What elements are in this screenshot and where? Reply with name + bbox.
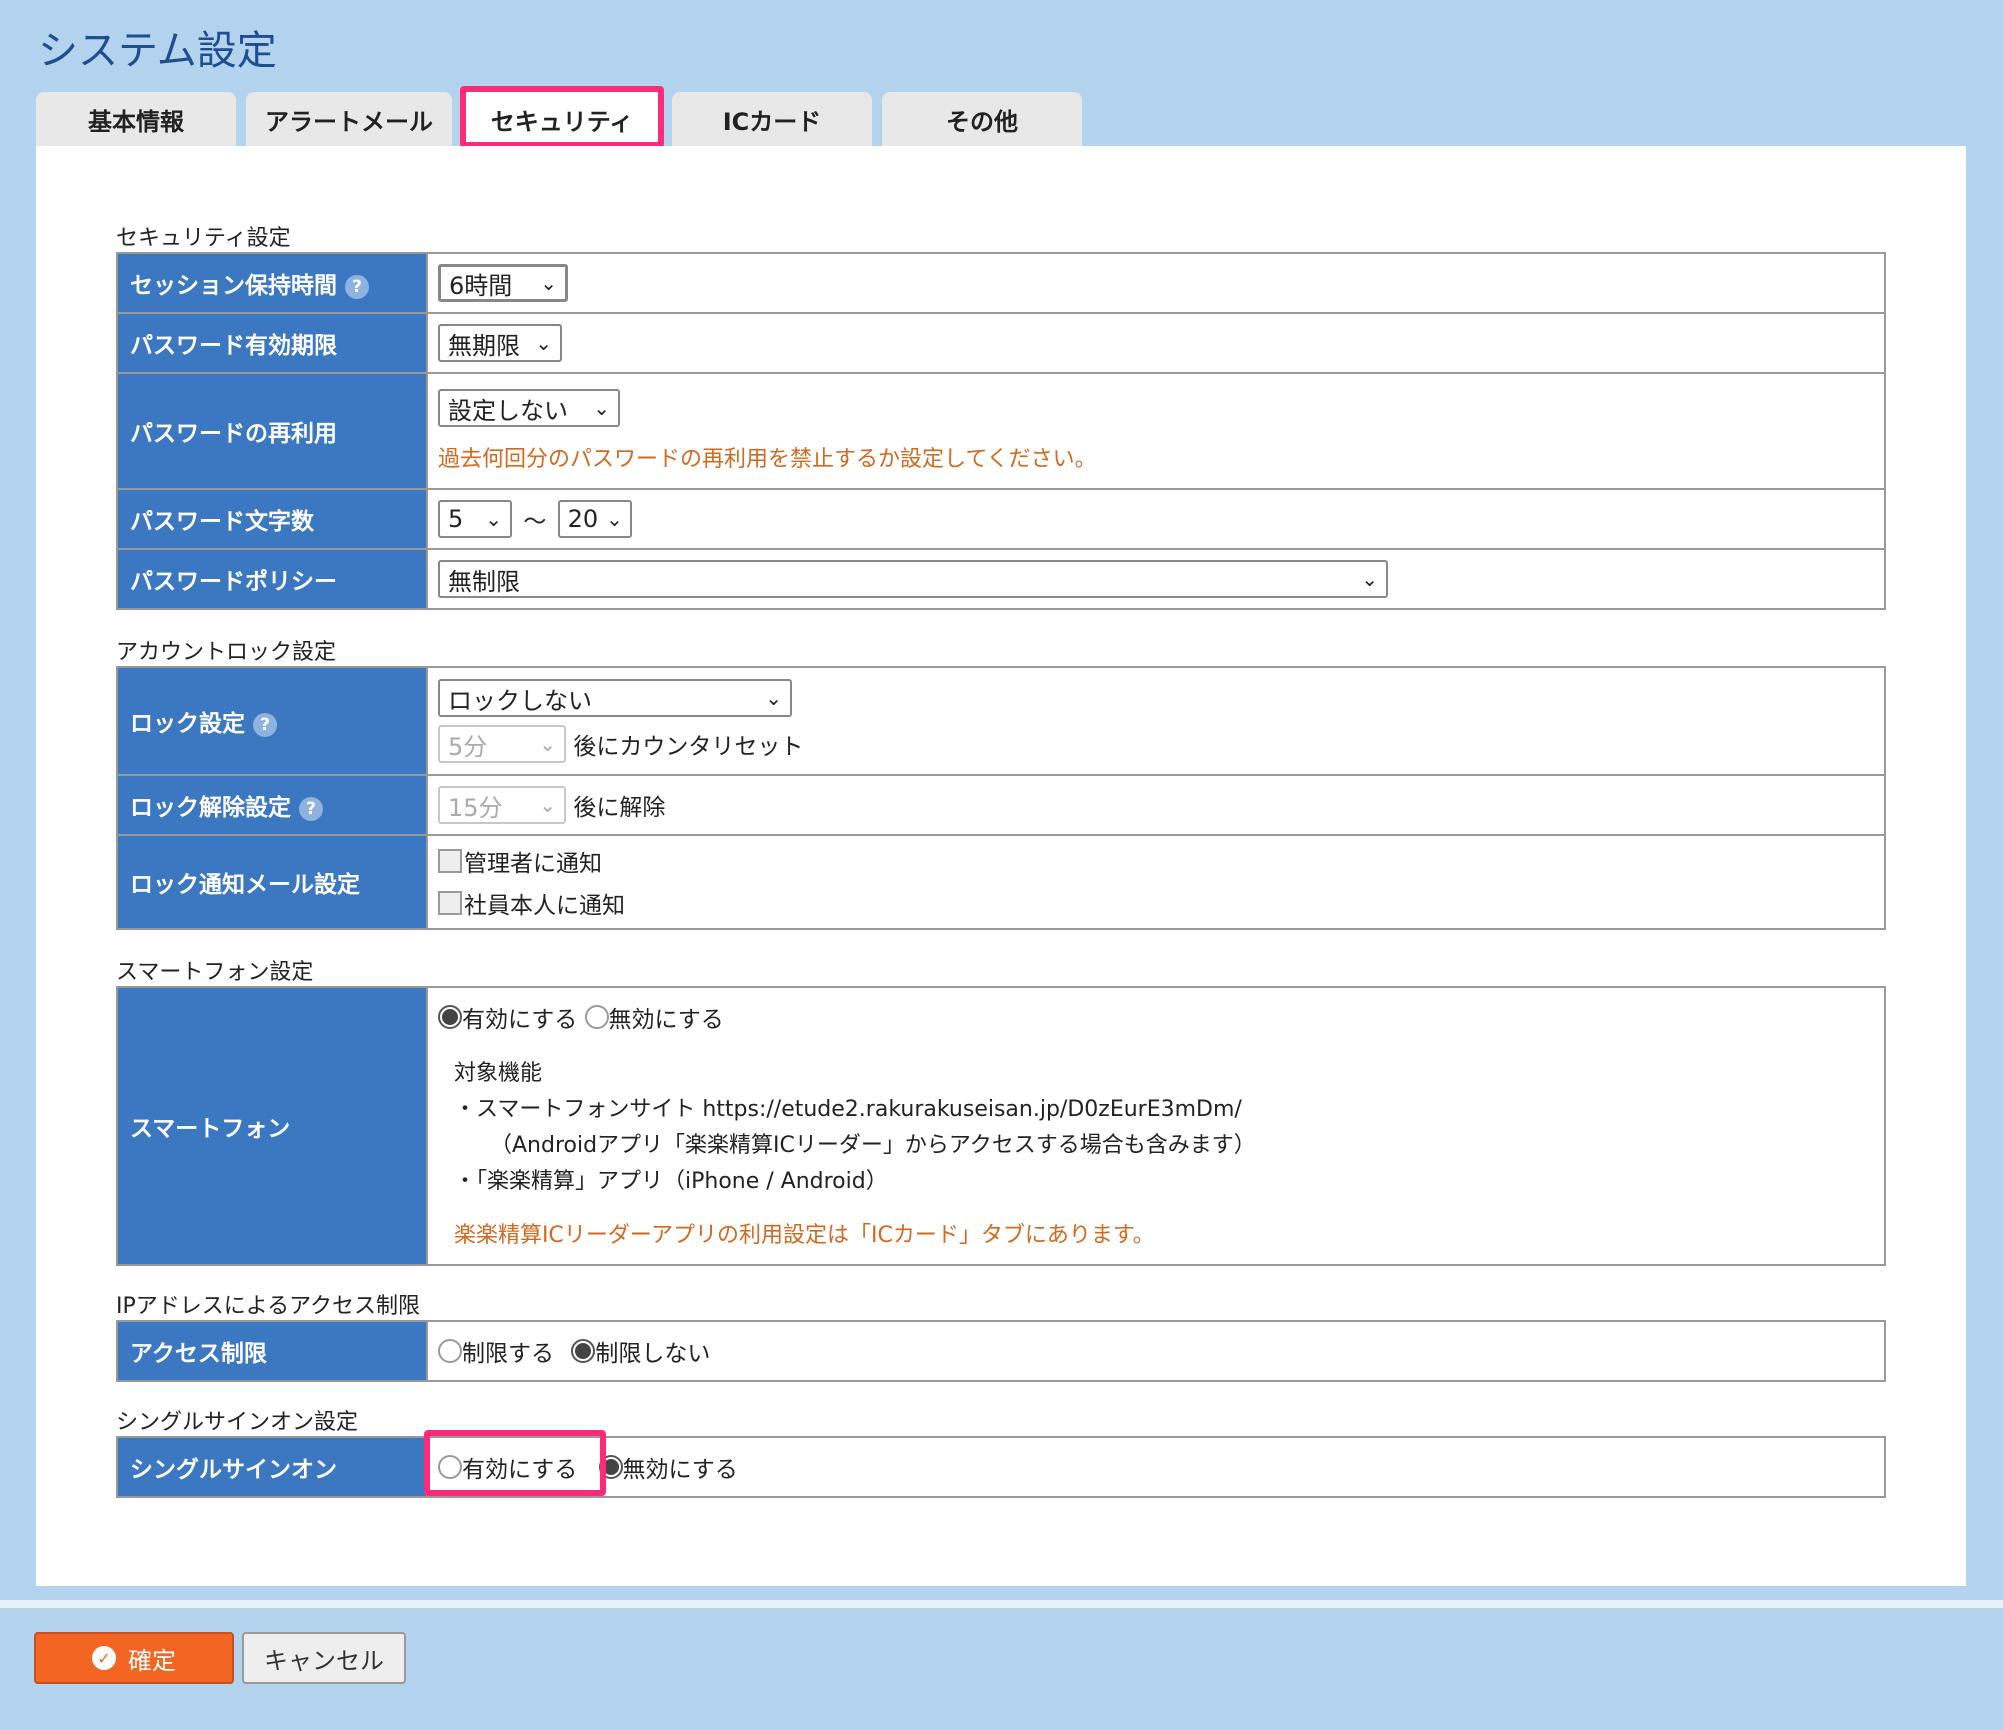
checkbox-label: 管理者に通知	[464, 851, 602, 877]
target-line-site: ・スマートフォンサイト https://etude2.rakurakuseisa…	[454, 1097, 1242, 1122]
confirm-button[interactable]: ✓ 確定	[34, 1632, 234, 1684]
chevron-down-icon: ⌄	[593, 396, 610, 420]
counter-reset-select[interactable]: 5分 ⌄	[438, 725, 566, 763]
radio-label: 無効にする	[608, 1007, 724, 1033]
unlock-select[interactable]: 15分 ⌄	[438, 786, 566, 824]
chevron-down-icon: ⌄	[535, 331, 552, 355]
radio-label: 無効にする	[622, 1457, 738, 1483]
chevron-down-icon: ⌄	[765, 686, 782, 710]
smartphone-disable-radio[interactable]	[584, 1005, 609, 1029]
row-label-pw-length: パスワード文字数	[116, 488, 428, 550]
checkbox-label: 社員本人に通知	[464, 893, 625, 919]
select-value: 設定しない	[448, 396, 568, 425]
radio-label: 有効にする	[462, 1007, 578, 1033]
row-label-pw-policy: パスワードポリシー	[116, 548, 428, 610]
lock-table: ロック設定? ロックしない ⌄ 5分 ⌄ 後にカウンタリセット ロック解除設定? 1…	[116, 666, 1886, 930]
select-value: ロックしない	[448, 686, 592, 715]
tab-security[interactable]: セキュリティ	[460, 86, 664, 148]
select-value: 6時間	[449, 271, 513, 300]
pw-max-length-select[interactable]: 20 ⌄	[557, 500, 632, 538]
restrict-radio[interactable]	[438, 1339, 462, 1363]
counter-reset-text: 後にカウンタリセット	[573, 734, 804, 760]
row-label-pw-reuse: パスワードの再利用	[116, 372, 428, 490]
pw-reuse-note: 過去何回分のパスワードの再利用を禁止するか設定してください。	[438, 447, 1097, 472]
smartphone-table: スマートフォン 有効にする 無効にする 対象機能 ・スマートフォンサイト htt…	[116, 986, 1886, 1266]
select-value: 15分	[448, 793, 503, 822]
tab-label: 基本情報	[88, 107, 184, 136]
pw-expiry-select[interactable]: 無期限 ⌄	[438, 324, 562, 362]
help-icon[interactable]: ?	[299, 796, 323, 821]
chevron-down-icon: ⌄	[540, 271, 557, 295]
chevron-down-icon: ⌄	[539, 793, 556, 817]
sso-enable-radio[interactable]	[438, 1455, 462, 1479]
cancel-button[interactable]: キャンセル	[242, 1632, 406, 1684]
row-label-lock-mail: ロック通知メール設定	[116, 834, 428, 930]
check-icon: ✓	[92, 1646, 116, 1670]
ip-table: アクセス制限 制限する 制限しない	[116, 1320, 1886, 1382]
radio-label: 有効にする	[462, 1457, 578, 1483]
section-title-lock: アカウントロック設定	[116, 640, 337, 665]
range-separator: 〜	[523, 509, 547, 535]
pw-policy-select[interactable]: 無制限 ⌄	[438, 560, 1388, 598]
tab-bar: 基本情報 アラートメール セキュリティ ICカード その他	[36, 86, 1086, 148]
row-label-pw-expiry: パスワード有効期限	[116, 312, 428, 374]
unlock-text: 後に解除	[573, 795, 666, 821]
row-label-access-restriction: アクセス制限	[116, 1320, 428, 1382]
session-select[interactable]: 6時間 ⌄	[438, 264, 568, 302]
tab-label: その他	[946, 107, 1018, 136]
select-value: 5	[448, 505, 464, 533]
tab-label: ICカード	[722, 107, 822, 136]
select-value: 無制限	[448, 567, 520, 596]
section-title-security: セキュリティ設定	[116, 226, 291, 251]
sso-table: シングルサインオン 有効にする 無効にする	[116, 1436, 1886, 1498]
radio-label: 制限しない	[595, 1341, 711, 1367]
chevron-down-icon: ⌄	[485, 507, 502, 531]
section-title-sso: シングルサインオン設定	[116, 1410, 359, 1435]
tab-alert-mail[interactable]: アラートメール	[246, 92, 452, 146]
target-features-title: 対象機能	[454, 1061, 543, 1086]
lock-select[interactable]: ロックしない ⌄	[438, 679, 792, 717]
radio-label: 制限する	[462, 1341, 554, 1367]
smartphone-note: 楽楽精算ICリーダーアプリの利用設定は「ICカード」タブにあります。	[454, 1223, 1155, 1248]
tab-basic-info[interactable]: 基本情報	[36, 92, 236, 146]
help-icon[interactable]: ?	[345, 274, 369, 299]
chevron-down-icon: ⌄	[1361, 567, 1378, 591]
section-title-smartphone: スマートフォン設定	[116, 960, 314, 985]
tab-ic-card[interactable]: ICカード	[672, 92, 872, 146]
tab-label: アラートメール	[265, 107, 433, 136]
sso-disable-radio[interactable]	[598, 1455, 623, 1479]
button-label: キャンセル	[264, 1646, 384, 1675]
chevron-down-icon: ⌄	[539, 732, 556, 756]
tab-label: セキュリティ	[490, 107, 634, 136]
help-icon[interactable]: ?	[253, 712, 277, 737]
no-restrict-radio[interactable]	[571, 1339, 596, 1363]
tab-other[interactable]: その他	[882, 92, 1082, 146]
row-label-unlock: ロック解除設定?	[116, 774, 428, 836]
button-label: 確定	[128, 1646, 176, 1675]
notify-admin-checkbox[interactable]	[438, 849, 462, 873]
select-value: 無期限	[448, 331, 520, 360]
chevron-down-icon: ⌄	[606, 507, 623, 531]
pw-min-length-select[interactable]: 5 ⌄	[438, 500, 512, 538]
select-value: 20	[567, 505, 599, 533]
security-table: セッション保持時間? 6時間 ⌄ パスワード有効期限 無期限 ⌄ パスワードの再利用…	[116, 252, 1886, 610]
section-title-ip: IPアドレスによるアクセス制限	[116, 1294, 420, 1319]
settings-panel: セキュリティ設定 セッション保持時間? 6時間 ⌄ パスワード有効期限 無期限 ⌄ …	[36, 146, 1966, 1586]
target-line-android-note: （Androidアプリ「楽楽精算ICリーダー」からアクセスする場合も含みます）	[490, 1133, 1256, 1158]
target-line-app: ・「楽楽精算」アプリ（iPhone / Android）	[454, 1169, 888, 1194]
select-value: 5分	[448, 732, 488, 761]
page-title: システム設定	[38, 28, 277, 74]
row-label-session: セッション保持時間?	[116, 252, 428, 314]
footer-divider	[0, 1600, 2003, 1608]
row-label-lock: ロック設定?	[116, 666, 428, 776]
pw-reuse-select[interactable]: 設定しない ⌄	[438, 389, 620, 427]
row-label-smartphone: スマートフォン	[116, 986, 428, 1266]
notify-employee-checkbox[interactable]	[438, 891, 462, 915]
smartphone-enable-radio[interactable]	[438, 1005, 462, 1029]
row-label-sso: シングルサインオン	[116, 1436, 428, 1498]
